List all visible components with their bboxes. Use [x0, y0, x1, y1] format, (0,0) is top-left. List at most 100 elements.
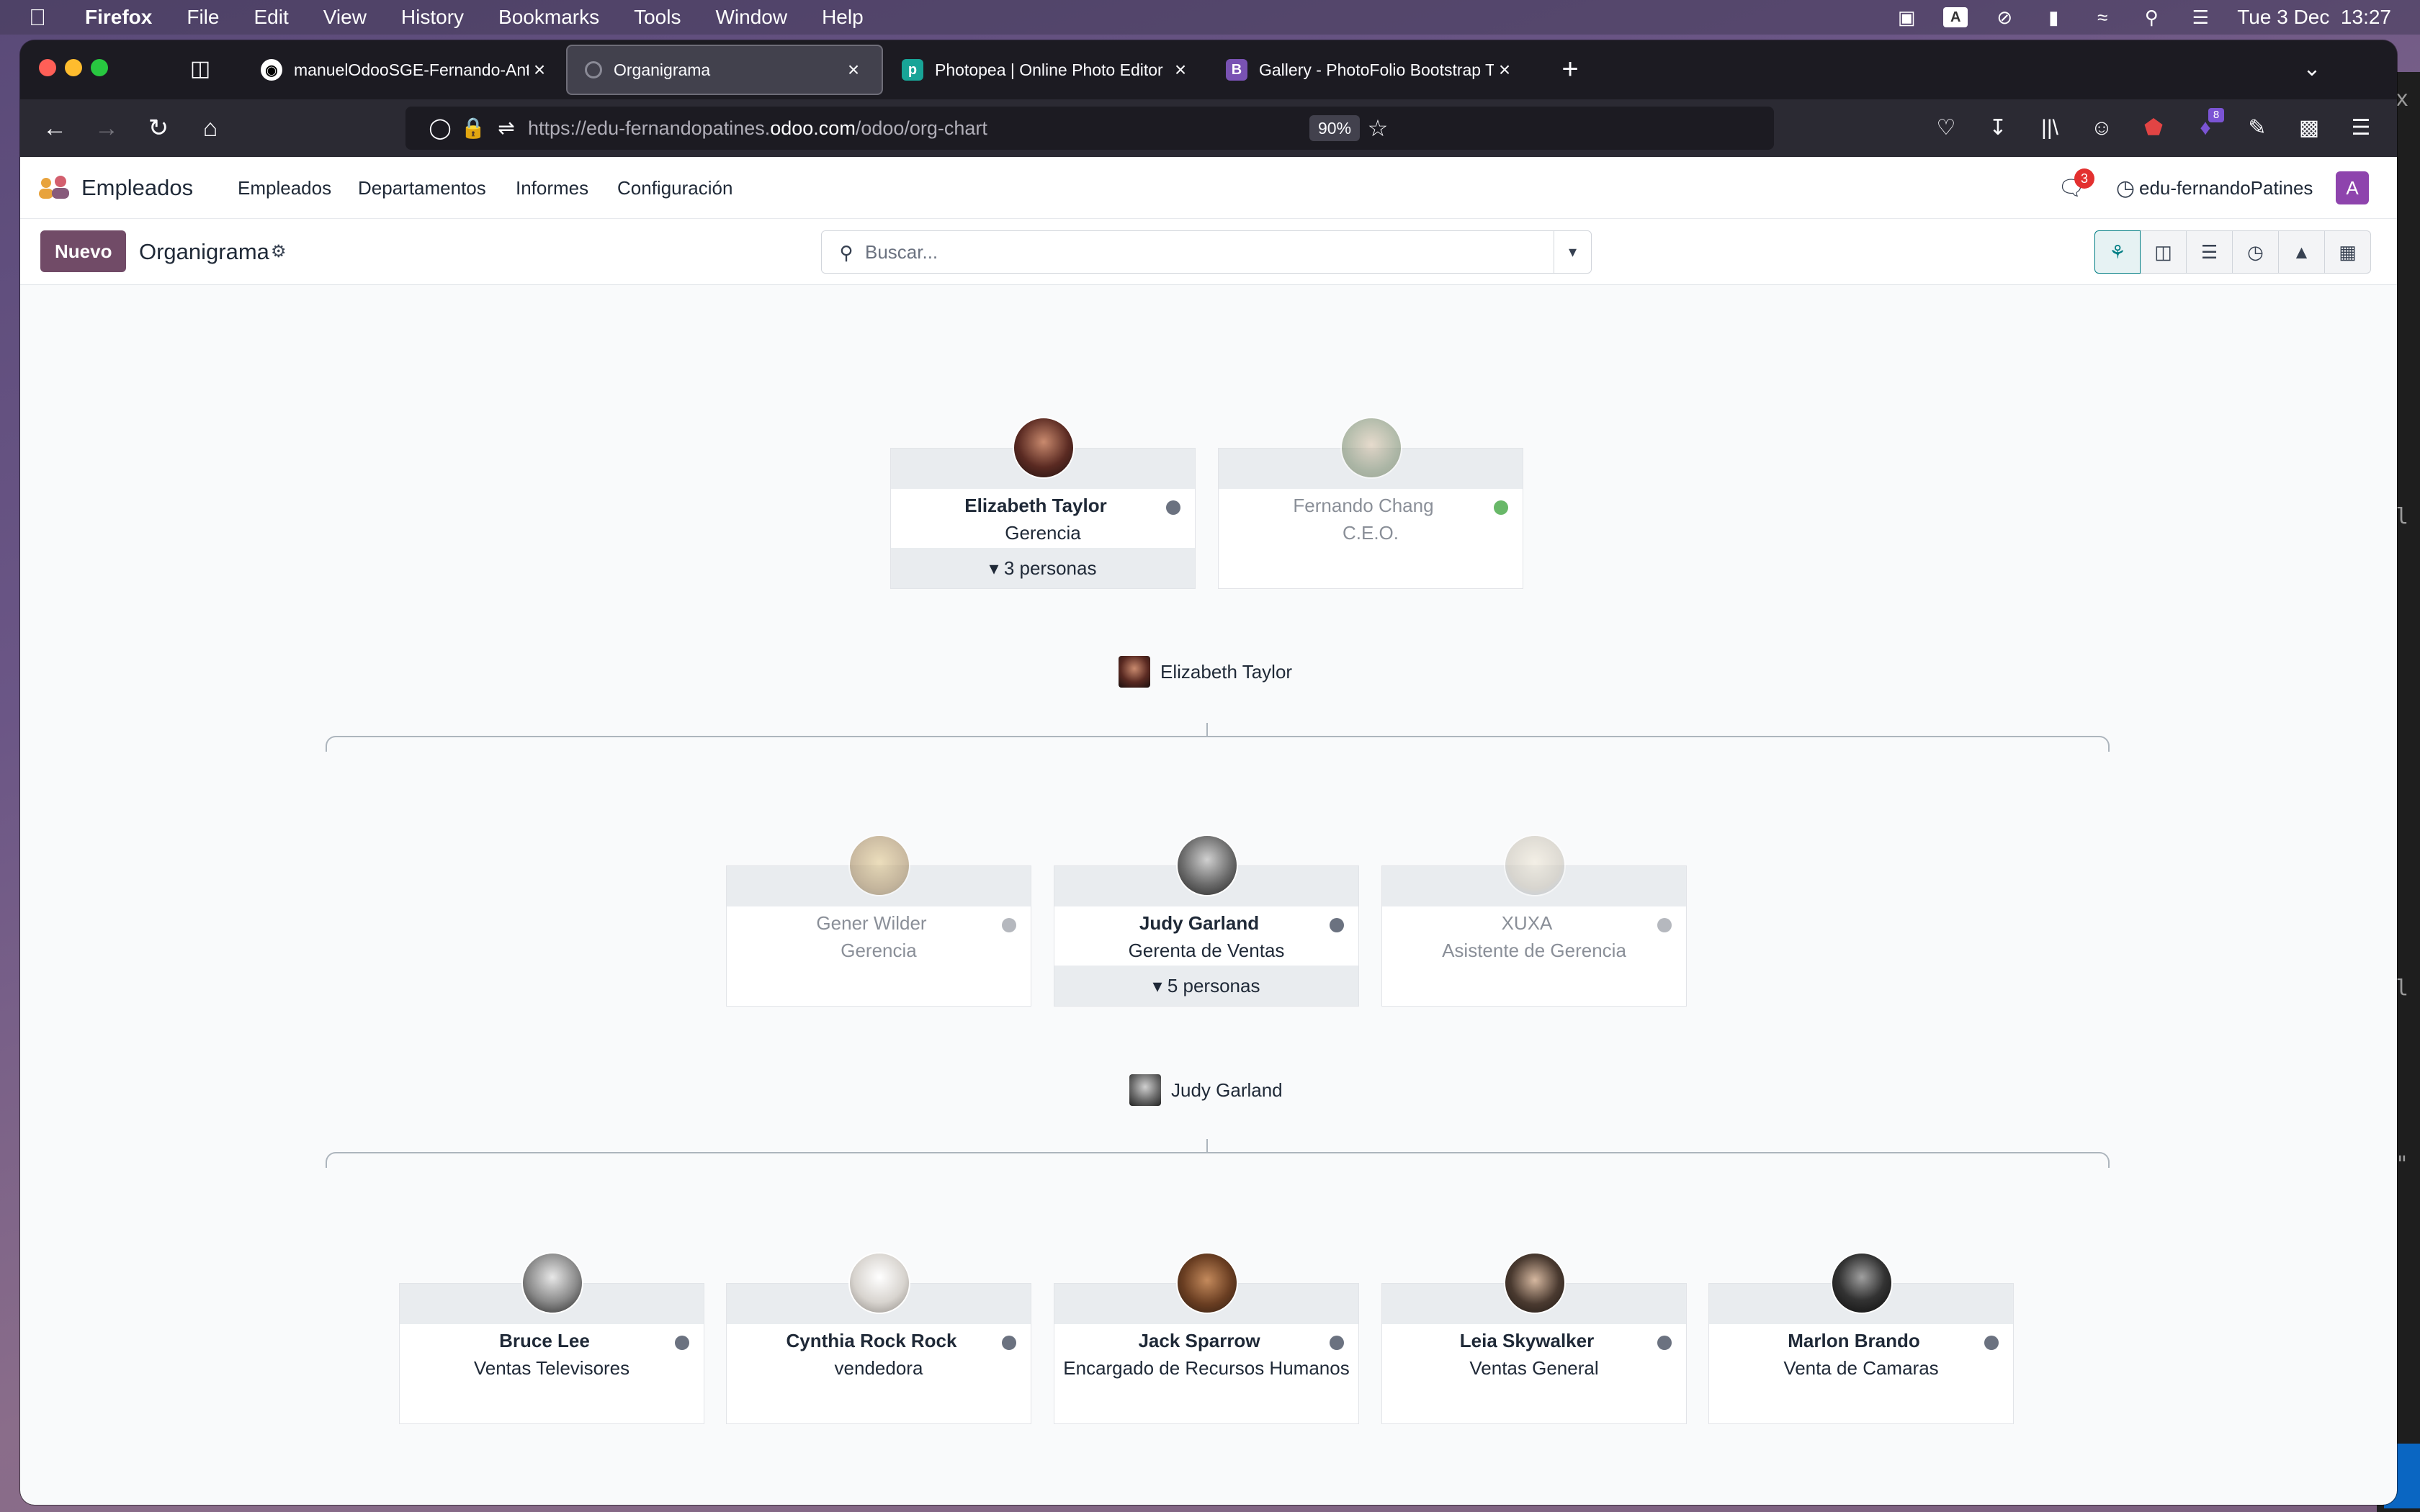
url-text[interactable]: https://edu-fernandopatines.odoo.com/odo… — [528, 107, 987, 150]
employee-name[interactable]: Jack Sparrow — [1054, 1330, 1358, 1352]
employee-name[interactable]: Judy Garland — [1054, 912, 1358, 935]
expand-subordinates-button[interactable]: ▾ 5 personas — [1054, 966, 1358, 1006]
home-icon[interactable]: ⌂ — [194, 112, 226, 144]
account-icon[interactable]: ☺ — [2086, 112, 2118, 144]
employee-card-bruce-lee[interactable]: Bruce Lee Ventas Televisores — [399, 1252, 704, 1424]
menu-departamentos[interactable]: Departamentos — [358, 157, 486, 219]
menubar-clock[interactable]: Tue 3 Dec 13:27 — [2237, 6, 2391, 29]
battery-icon[interactable]: ▮ — [2041, 6, 2066, 28]
control-center-icon[interactable]: ☰ — [2188, 6, 2213, 28]
employee-card-elizabeth-taylor[interactable]: Elizabeth Taylor Gerencia ▾ 3 personas — [890, 417, 1196, 589]
database-name[interactable]: edu-fernandoPatines — [2139, 157, 2313, 219]
search-input[interactable] — [865, 237, 1499, 267]
menubar-edit[interactable]: Edit — [254, 6, 288, 29]
pivot-view-icon[interactable]: ▦ — [2325, 230, 2371, 274]
employee-card-jack-sparrow[interactable]: Jack Sparrow Encargado de Recursos Human… — [1054, 1252, 1359, 1424]
employee-name[interactable]: Marlon Brando — [1709, 1330, 2013, 1352]
forward-icon[interactable]: → — [91, 112, 122, 144]
employee-card-judy-garland[interactable]: Judy Garland Gerenta de Ventas ▾ 5 perso… — [1054, 834, 1359, 1007]
lock-icon[interactable]: 🔒 — [460, 115, 486, 141]
minimize-window-button[interactable] — [65, 59, 82, 76]
avatar — [1176, 1252, 1238, 1314]
close-icon[interactable]: × — [529, 58, 550, 81]
library-icon[interactable]: ||\ — [2034, 112, 2066, 144]
permissions-icon[interactable]: ⇌ — [493, 115, 519, 141]
menu-informes[interactable]: Informes — [516, 157, 588, 219]
ublock-icon[interactable]: ⬟ — [2138, 112, 2169, 144]
employee-name[interactable]: Bruce Lee — [400, 1330, 704, 1352]
menu-empleados[interactable]: Empleados — [238, 157, 331, 219]
employee-card-leia-skywalker[interactable]: Leia Skywalker Ventas General — [1381, 1252, 1687, 1424]
menubar-tools[interactable]: Tools — [634, 6, 681, 29]
app-name[interactable]: Empleados — [81, 157, 193, 219]
wifi-icon[interactable]: ≈ — [2090, 6, 2115, 28]
search-icon: ⚲ — [839, 242, 853, 264]
menubar-history[interactable]: History — [401, 6, 464, 29]
list-all-tabs-icon[interactable]: ⌄ — [2296, 53, 2328, 85]
reload-icon[interactable]: ↻ — [143, 112, 174, 144]
notification-icon[interactable]: ▣ — [1894, 6, 1919, 28]
group-label-elizabeth-taylor[interactable]: Elizabeth Taylor — [1119, 654, 1292, 690]
pocket-icon[interactable]: ♡ — [1930, 112, 1962, 144]
extension-badge-icon[interactable]: ♦ 8 — [2190, 108, 2224, 144]
tracking-protection-icon[interactable]: ◯ — [427, 115, 453, 141]
menubar-window[interactable]: Window — [715, 6, 787, 29]
employee-name[interactable]: Elizabeth Taylor — [891, 495, 1195, 517]
mute-icon[interactable]: ⊘ — [1992, 6, 2017, 28]
menubar-view[interactable]: View — [323, 6, 367, 29]
hierarchy-view-icon[interactable]: ⚘ — [2094, 230, 2141, 274]
user-avatar[interactable]: A — [2336, 171, 2369, 204]
url-bar[interactable]: ◯ 🔒 ⇌ https://edu-fernandopatines.odoo.c… — [405, 107, 1774, 150]
new-tab-button[interactable]: + — [1554, 53, 1586, 85]
tab-photopea[interactable]: p Photopea | Online Photo Editor × — [884, 45, 1209, 95]
pen-icon[interactable]: ✎ — [2241, 112, 2273, 144]
back-icon[interactable]: ← — [39, 112, 71, 144]
spotlight-search-icon[interactable]: ⚲ — [2139, 6, 2164, 28]
menubar-bookmarks[interactable]: Bookmarks — [498, 6, 599, 29]
employee-name[interactable]: Gener Wilder — [727, 912, 1031, 935]
tab-github[interactable]: ◉ manuelOdooSGE-Fernando-Ant × — [243, 45, 568, 95]
gear-icon[interactable]: ⚙ — [271, 219, 287, 285]
tab-gallery[interactable]: B Gallery - PhotoFolio Bootstrap T × — [1209, 45, 1533, 95]
employee-name[interactable]: XUXA — [1382, 912, 1686, 935]
extension-badge: 8 — [2208, 108, 2224, 122]
employee-card-marlon-brando[interactable]: Marlon Brando Venta de Camaras — [1708, 1252, 2014, 1424]
input-source-icon[interactable]: A — [1943, 7, 1968, 27]
close-icon[interactable]: × — [1494, 58, 1515, 81]
bookmark-star-icon[interactable]: ☆ — [1363, 114, 1392, 143]
employee-card-cynthia-rock-rock[interactable]: Cynthia Rock Rock vendedora — [726, 1252, 1031, 1424]
menubar-file[interactable]: File — [187, 6, 219, 29]
menubar-help[interactable]: Help — [822, 6, 864, 29]
firefox-view-icon[interactable]: ◫ — [186, 55, 215, 84]
activity-view-icon[interactable]: ◷ — [2233, 230, 2279, 274]
group-label-judy-garland[interactable]: Judy Garland — [1129, 1072, 1283, 1108]
menubar-app-name[interactable]: Firefox — [85, 6, 152, 29]
employee-card-gener-wilder[interactable]: Gener Wilder Gerencia — [726, 834, 1031, 1007]
expand-subordinates-button[interactable]: ▾ 3 personas — [891, 548, 1195, 588]
new-button[interactable]: Nuevo — [40, 230, 127, 272]
fullscreen-window-button[interactable] — [91, 59, 108, 76]
extensions-puzzle-icon[interactable]: ▩ — [2293, 112, 2325, 144]
activity-clock-icon[interactable]: ◷ — [2111, 174, 2140, 203]
search-options-toggle-icon[interactable]: ▾ — [1554, 231, 1591, 273]
graph-view-icon[interactable]: ▲ — [2279, 230, 2325, 274]
zoom-level[interactable]: 90% — [1309, 115, 1361, 141]
kanban-view-icon[interactable]: ◫ — [2141, 230, 2187, 274]
employees-app-icon[interactable] — [36, 173, 72, 202]
employee-name[interactable]: Leia Skywalker — [1382, 1330, 1686, 1352]
employee-name[interactable]: Cynthia Rock Rock — [727, 1330, 1031, 1352]
list-view-icon[interactable]: ☰ — [2187, 230, 2233, 274]
downloads-icon[interactable]: ↧ — [1982, 112, 2014, 144]
employee-name[interactable]: Fernando Chang — [1219, 495, 1523, 517]
tab-organigrama[interactable]: Organigrama × — [566, 45, 883, 95]
apple-menu-icon[interactable]:  — [29, 4, 53, 31]
search-bar: ⚲ ▾ — [821, 230, 1592, 274]
menu-configuracion[interactable]: Configuración — [617, 157, 732, 219]
navigation-toolbar: ← → ↻ ⌂ ◯ 🔒 ⇌ https://edu-fernandopatine… — [20, 99, 2397, 157]
hamburger-menu-icon[interactable]: ☰ — [2345, 112, 2377, 144]
close-icon[interactable]: × — [843, 58, 864, 81]
employee-card-fernando-chang[interactable]: Fernando Chang C.E.O. — [1218, 417, 1523, 589]
employee-card-xuxa[interactable]: XUXA Asistente de Gerencia — [1381, 834, 1687, 1007]
close-icon[interactable]: × — [1170, 58, 1191, 81]
close-window-button[interactable] — [39, 59, 56, 76]
